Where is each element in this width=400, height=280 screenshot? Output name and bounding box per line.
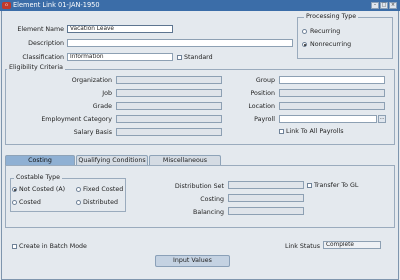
- transfer-to-gl-checkbox[interactable]: [307, 183, 312, 188]
- standard-label: Standard: [184, 54, 213, 61]
- distributed-label: Distributed: [83, 199, 119, 206]
- costable-type-group: [10, 178, 126, 212]
- oracle-icon: O: [2, 2, 11, 9]
- tab-miscellaneous[interactable]: Miscellaneous: [149, 155, 221, 165]
- input-values-button[interactable]: Input Values: [155, 255, 230, 267]
- balancing-field[interactable]: [228, 207, 304, 215]
- transfer-to-gl-label: Transfer To GL: [314, 182, 359, 189]
- salary-basis-field[interactable]: [116, 128, 222, 136]
- element-name-label: Element Name: [17, 26, 64, 33]
- job-label: Job: [102, 90, 112, 97]
- position-label: Position: [250, 90, 275, 97]
- costing-label: Costing: [200, 196, 224, 203]
- eligibility-title: Eligibility Criteria: [7, 64, 65, 71]
- nonrecurring-radio[interactable]: [302, 42, 307, 47]
- classification-label: Classification: [22, 54, 64, 61]
- link-status-label: Link Status: [285, 243, 320, 250]
- salary-basis-label: Salary Basis: [73, 129, 112, 136]
- standard-checkbox[interactable]: [177, 55, 182, 60]
- distribution-set-field[interactable]: [228, 181, 304, 189]
- costed-label: Costed: [19, 199, 41, 206]
- description-field[interactable]: [67, 39, 293, 47]
- location-field[interactable]: [279, 102, 385, 110]
- group-field[interactable]: [279, 76, 385, 84]
- distributed-radio[interactable]: [76, 200, 81, 205]
- organization-label: Organization: [71, 77, 112, 84]
- costing-field[interactable]: [228, 194, 304, 202]
- grade-field[interactable]: [116, 102, 222, 110]
- fixed-costed-label: Fixed Costed: [83, 186, 124, 193]
- link-status-field: Complete: [323, 241, 381, 249]
- processing-type-group: [297, 17, 393, 59]
- costable-type-title: Costable Type: [14, 174, 62, 181]
- payroll-label: Payroll: [254, 116, 275, 123]
- processing-type-title: Processing Type: [304, 13, 359, 20]
- recurring-radio[interactable]: [302, 29, 307, 34]
- distribution-set-label: Distribution Set: [174, 183, 224, 190]
- window-title: Element Link 01-JAN-1950: [13, 1, 100, 9]
- tab-costing[interactable]: Costing: [5, 155, 75, 165]
- close-button[interactable]: ×: [389, 2, 397, 9]
- employment-category-field[interactable]: [116, 115, 222, 123]
- not-costed-label: Not Costed (A): [19, 186, 66, 193]
- job-field[interactable]: [116, 89, 222, 97]
- location-label: Location: [248, 103, 275, 110]
- grade-label: Grade: [92, 103, 112, 110]
- payroll-field[interactable]: [279, 115, 377, 123]
- minimize-button[interactable]: –: [371, 2, 379, 9]
- balancing-label: Balancing: [193, 209, 224, 216]
- classification-field[interactable]: Information: [67, 53, 173, 61]
- create-batch-checkbox[interactable]: [12, 244, 17, 249]
- costed-radio[interactable]: [12, 200, 17, 205]
- not-costed-radio[interactable]: [12, 187, 17, 192]
- description-label: Description: [28, 40, 64, 47]
- nonrecurring-label: Nonrecurring: [310, 41, 352, 48]
- payroll-lov-button[interactable]: ...: [378, 115, 386, 123]
- fixed-costed-radio[interactable]: [76, 187, 81, 192]
- employment-category-label: Employment Category: [41, 116, 112, 123]
- link-all-payrolls-checkbox[interactable]: [279, 129, 284, 134]
- position-field[interactable]: [279, 89, 385, 97]
- group-label: Group: [255, 77, 275, 84]
- tab-qualifying-conditions[interactable]: Qualifying Conditions: [76, 155, 148, 165]
- create-batch-label: Create in Batch Mode: [19, 243, 87, 250]
- organization-field[interactable]: [116, 76, 222, 84]
- maximize-button[interactable]: □: [380, 2, 388, 9]
- link-all-payrolls-label: Link To All Payrolls: [286, 128, 344, 135]
- window-titlebar: Element Link 01-JAN-1950: [0, 0, 400, 11]
- element-name-field[interactable]: Vacation Leave: [67, 25, 173, 33]
- recurring-label: Recurring: [310, 28, 341, 35]
